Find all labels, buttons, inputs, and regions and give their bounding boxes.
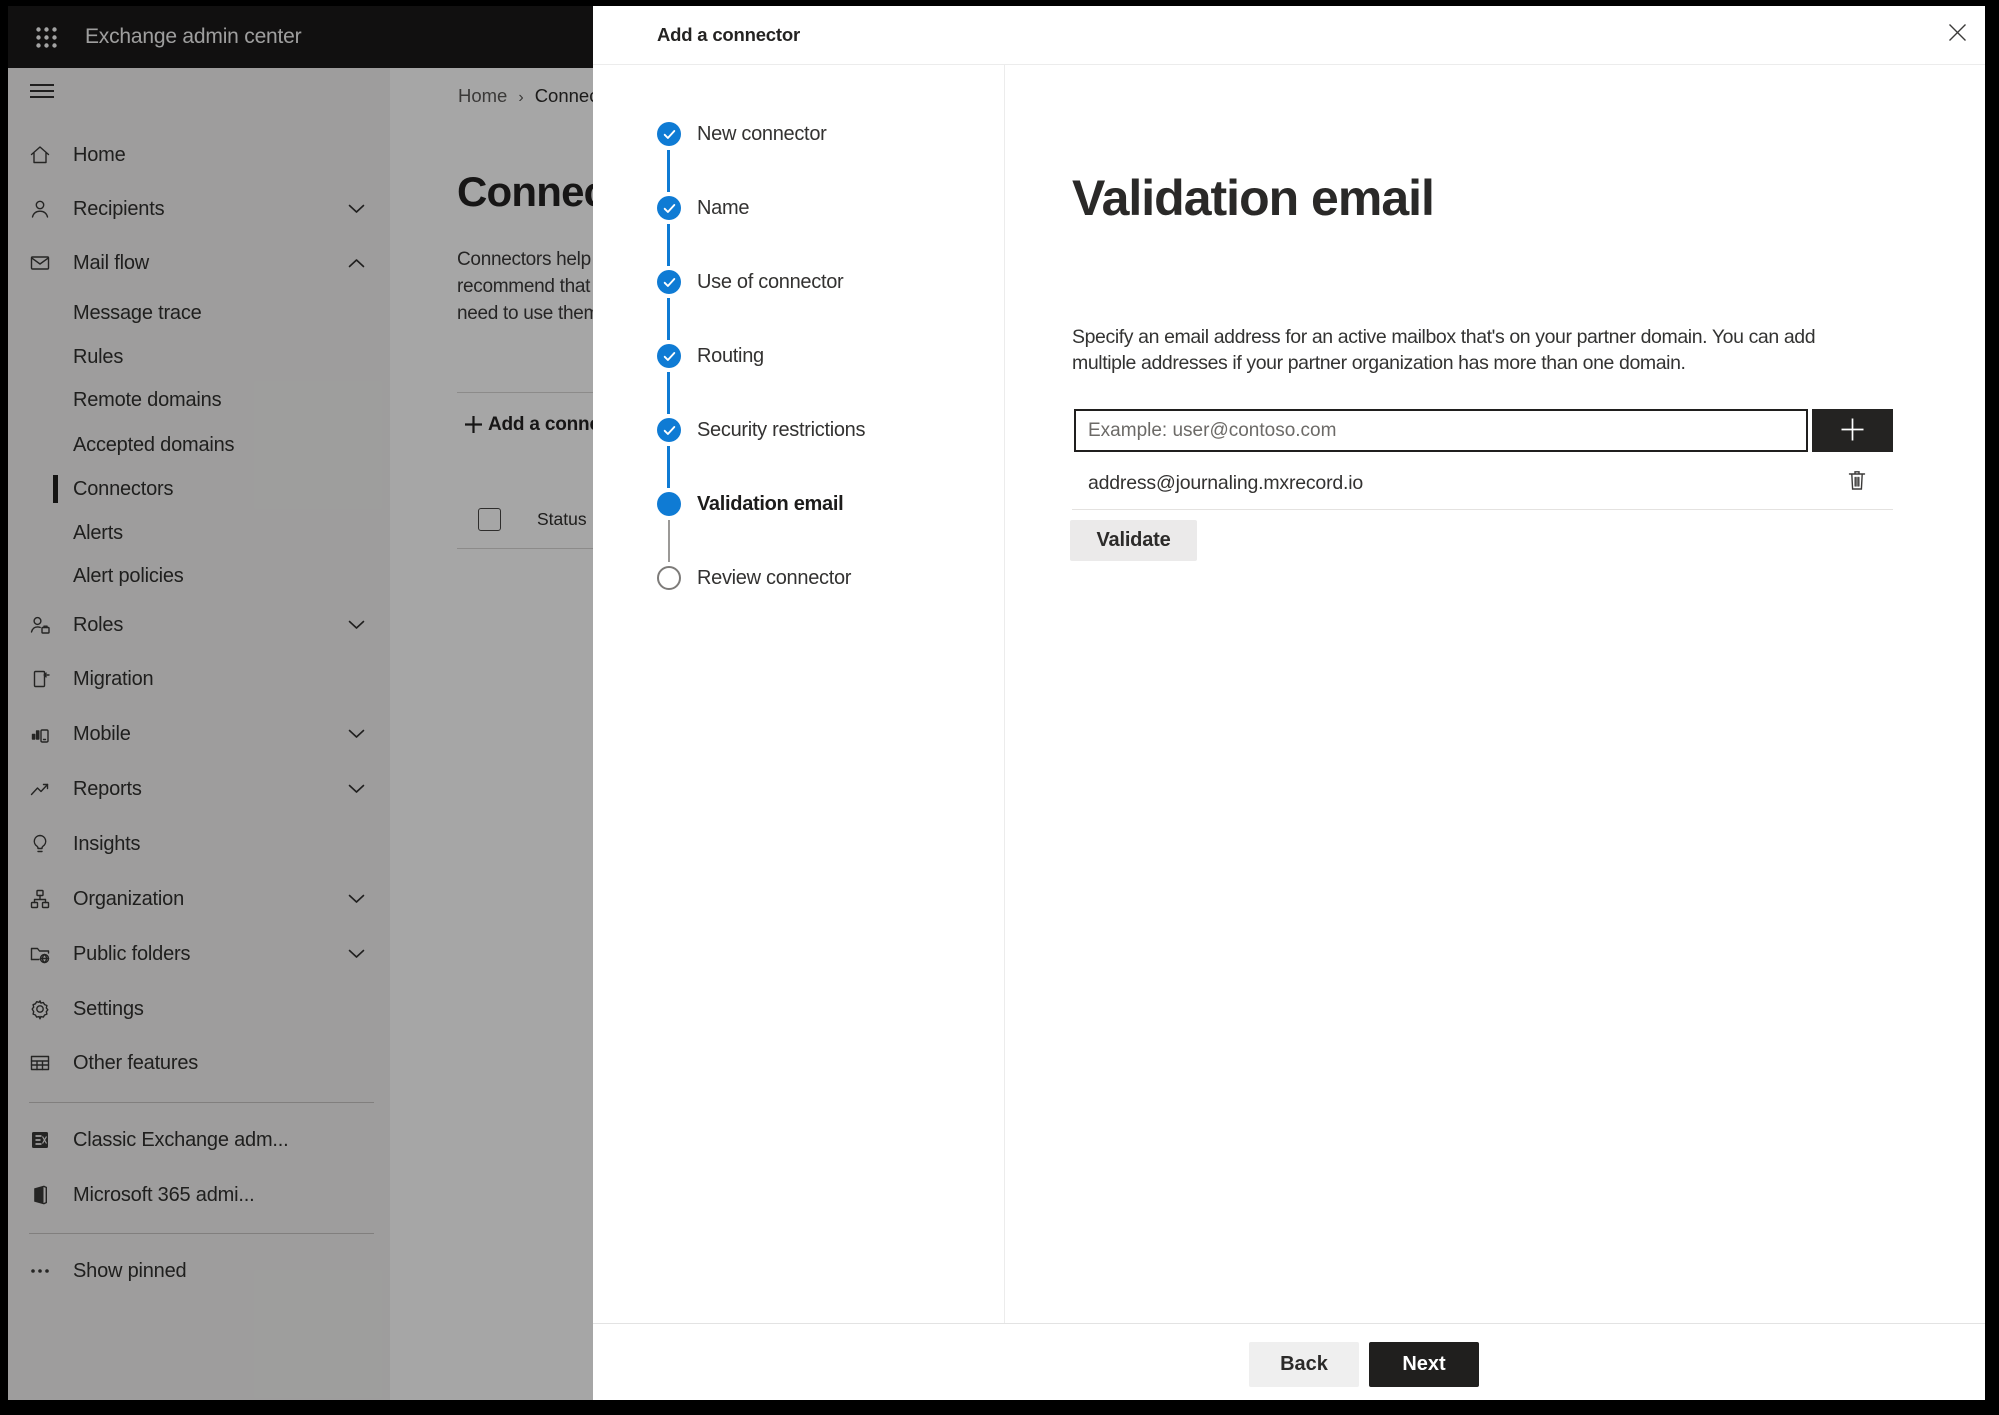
modal-header-divider <box>593 64 1985 65</box>
modal-title: Add a connector <box>657 24 800 45</box>
step-circle-current-icon[interactable] <box>657 492 681 516</box>
wizard-step-use-of-connector[interactable]: Use of connector <box>697 268 844 296</box>
step-connector-line <box>667 224 670 266</box>
screen: Exchange admin center Home Recipients Mail… <box>8 6 1985 1400</box>
validation-email-input[interactable] <box>1074 409 1808 452</box>
step-connector-line <box>668 520 670 562</box>
step-description-line: multiple addresses if your partner organ… <box>1072 352 1686 374</box>
step-heading: Validation email <box>1072 170 1435 226</box>
step-circle-completed-check-icon[interactable] <box>657 344 681 368</box>
step-circle-completed-check-icon[interactable] <box>657 122 681 146</box>
step-connector-line <box>667 150 670 192</box>
close-icon <box>1948 23 1967 45</box>
wizard-step-routing[interactable]: Routing <box>697 342 764 370</box>
step-circle-upcoming-icon[interactable] <box>657 566 681 590</box>
wizard-step-name[interactable]: Name <box>697 194 749 222</box>
wizard-step-security-restrictions[interactable]: Security restrictions <box>697 416 866 444</box>
wizard-step-new-connector[interactable]: New connector <box>697 120 827 148</box>
add-email-button[interactable] <box>1812 409 1893 452</box>
wizard-step-review-connector[interactable]: Review connector <box>697 564 851 592</box>
step-circle-completed-check-icon[interactable] <box>657 196 681 220</box>
plus-icon <box>1840 417 1865 445</box>
close-button[interactable] <box>1939 16 1975 52</box>
address-email: address@journaling.mxrecord.io <box>1088 472 1364 494</box>
divider <box>1072 509 1893 510</box>
modal-footer: Back Next <box>593 1323 1985 1400</box>
delete-address-button[interactable] <box>1841 466 1873 498</box>
step-connector-line <box>667 446 670 488</box>
next-button[interactable]: Next <box>1369 1342 1479 1387</box>
add-connector-modal: Add a connector New connector Name Use of … <box>593 6 1985 1400</box>
wizard-step-validation-email[interactable]: Validation email <box>697 490 844 518</box>
step-description: Specify an email address for an active m… <box>1072 324 1816 376</box>
steps-content-divider <box>1004 65 1005 1323</box>
trash-icon <box>1847 469 1867 495</box>
validate-button[interactable]: Validate <box>1070 520 1197 561</box>
modal-dim-overlay <box>8 6 593 1400</box>
step-circle-completed-check-icon[interactable] <box>657 270 681 294</box>
step-circle-completed-check-icon[interactable] <box>657 418 681 442</box>
step-description-line: Specify an email address for an active m… <box>1072 326 1816 348</box>
back-button[interactable]: Back <box>1249 1342 1359 1387</box>
step-connector-line <box>667 298 670 340</box>
step-connector-line <box>667 372 670 414</box>
